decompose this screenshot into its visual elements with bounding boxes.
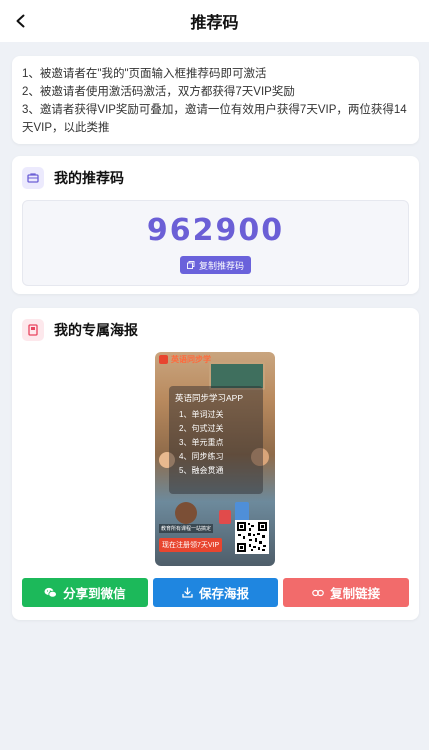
section-header: 我的推荐码	[12, 156, 419, 200]
section-title: 我的专属海报	[54, 322, 138, 338]
letter-block	[219, 510, 231, 524]
page-title: 推荐码	[190, 15, 239, 32]
poster-list-item: 4、同步练习	[179, 452, 224, 461]
copy-code-button[interactable]: 复制推荐码	[179, 256, 251, 274]
poster-note: 教育所有课程一站搞定	[159, 524, 214, 533]
code-box: 962900 复制推荐码	[22, 200, 409, 286]
copy-link-label: 复制链接	[330, 587, 381, 601]
poster-panel: 英语同步学习APP 1、单词过关 2、句式过关 3、单元重点 4、同步练习 5、…	[169, 386, 263, 494]
poster-cta: 现在注册领7天VIP	[159, 538, 223, 552]
poster-list-item: 5、融会贯通	[179, 466, 224, 475]
save-poster-label: 保存海报	[199, 587, 250, 601]
app-logo	[159, 354, 168, 364]
share-wechat-button[interactable]: 分享到微信	[22, 578, 148, 607]
referral-code-card: 我的推荐码 962900 复制推荐码	[12, 156, 419, 294]
action-buttons: 分享到微信 保存海报 复制链接	[22, 578, 410, 607]
poster-panel-title: 英语同步学习APP	[175, 393, 244, 403]
section-title: 我的推荐码	[54, 170, 124, 186]
poster-list-item: 1、单词过关	[179, 410, 224, 419]
chevron-left-icon	[16, 14, 25, 28]
poster-card: 我的专属海报 英语同步学 英语同步学习APP 1、单词过关 2、句式过关 3、单…	[12, 308, 419, 620]
rule-item: 1、被邀请者在"我的"页面输入框推荐码即可激活	[22, 68, 267, 80]
copy-icon	[187, 261, 195, 269]
save-poster-button[interactable]: 保存海报	[152, 578, 279, 607]
rules-card: 1、被邀请者在"我的"页面输入框推荐码即可激活 2、被邀请者使用激活码激活，双方…	[12, 56, 419, 144]
nav-bar: 推荐码	[0, 0, 429, 42]
download-icon	[182, 587, 193, 598]
poster-list-item: 3、单元重点	[179, 438, 224, 447]
referral-code: 962900	[146, 213, 285, 248]
section-header: 我的专属海报	[12, 308, 419, 352]
copy-link-button[interactable]: 复制链接	[283, 578, 410, 607]
rule-item: 3、邀请者获得VIP奖励可叠加，邀请一位有效用户获得7天VIP，两位获得14天V…	[22, 104, 407, 134]
qr-code	[235, 520, 269, 554]
poster-brand: 英语同步学	[171, 354, 211, 364]
poster-image: 英语同步学 英语同步学习APP 1、单词过关 2、句式过关 3、单元重点 4、同…	[155, 352, 275, 566]
wechat-icon	[44, 587, 57, 598]
letter-block	[235, 502, 249, 522]
poster-list-item: 2、句式过关	[179, 424, 224, 433]
link-icon	[312, 589, 324, 596]
briefcase-icon	[22, 167, 44, 189]
student-figure	[175, 502, 197, 524]
copy-code-label: 复制推荐码	[198, 260, 244, 271]
poster-icon	[22, 319, 44, 341]
poster-footer: 教育所有课程一站搞定 现在注册领7天VIP	[159, 520, 271, 560]
rule-item: 2、被邀请者使用激活码激活，双方都获得7天VIP奖励	[22, 86, 295, 98]
poster-header: 英语同步学	[155, 352, 275, 366]
back-button[interactable]	[8, 8, 34, 34]
share-wechat-label: 分享到微信	[63, 587, 126, 601]
